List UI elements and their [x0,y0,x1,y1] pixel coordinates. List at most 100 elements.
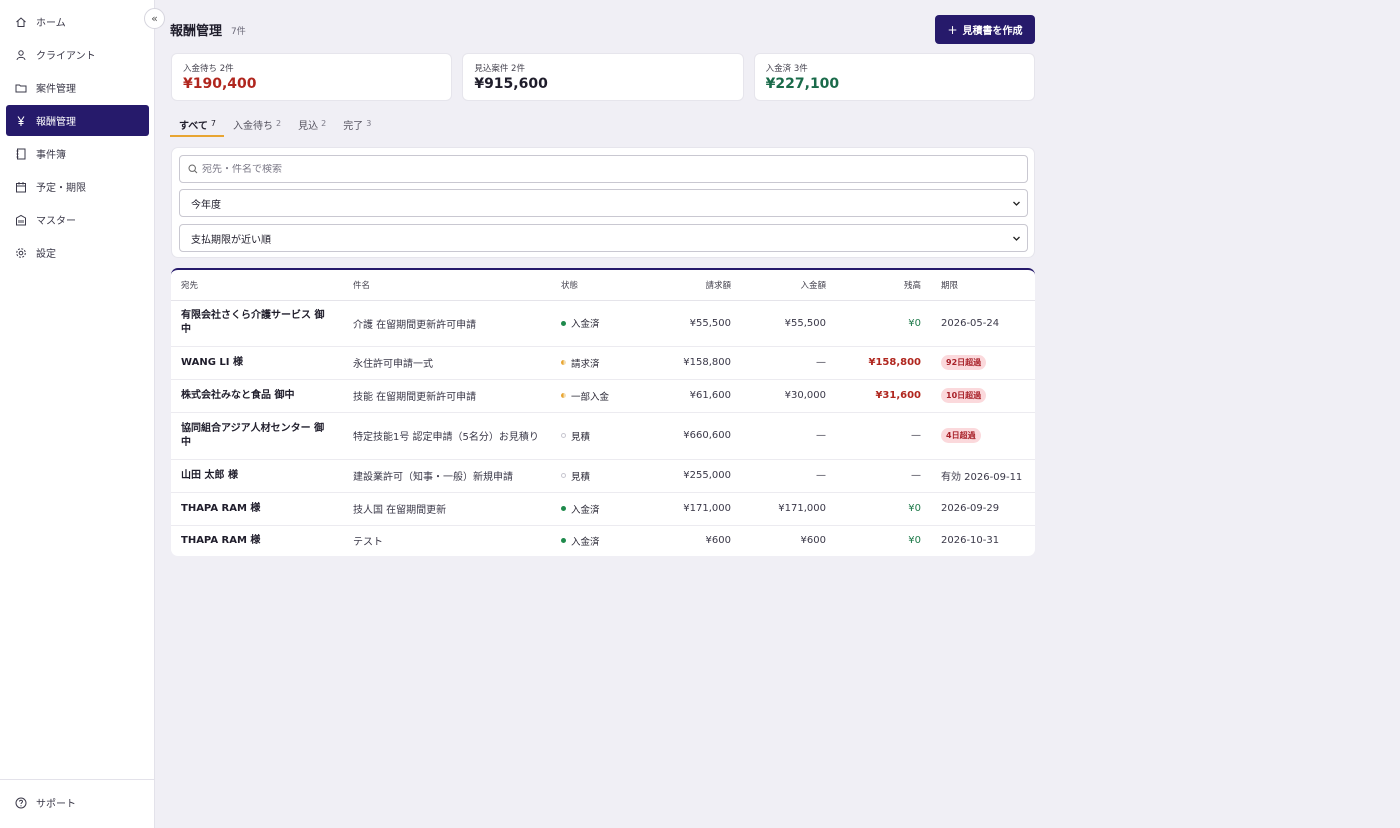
cell-due: 2026-10-31 [931,525,1035,556]
sidebar-item-clients[interactable]: クライアント [6,39,149,70]
support-label: サポート [36,799,76,810]
status-dot-icon [561,473,566,478]
sidebar-item-fees[interactable]: 報酬管理 [6,105,149,136]
sidebar-item-settings[interactable]: 設定 [6,237,149,268]
cell-subject: 特定技能1号 認定申請（5名分）お見積り [343,412,551,460]
column-header-balance[interactable]: 残高 [836,270,931,301]
column-header-status[interactable]: 状態 [551,270,639,301]
sidebar-item-label: 設定 [36,249,56,260]
create-estimate-button[interactable]: + 見積書を作成 [935,15,1035,44]
cell-paid: — [741,346,836,380]
cell-client: 有限会社さくら介護サービス 御中 [171,300,343,347]
status-dot-icon [561,433,566,438]
column-header-due[interactable]: 期限 [931,270,1035,301]
chevron-down-icon [1012,234,1021,246]
summary-card-value: ¥227,100 [765,76,840,92]
cell-billed: ¥55,500 [639,300,741,347]
page-count: 7件 [231,27,246,37]
search-box [179,155,1028,183]
sidebar-item-label: 案件管理 [36,84,76,95]
summary-card-prospect: 見込案件 2件 ¥915,600 [462,53,744,101]
tab-label: 完了 [343,121,364,132]
summary-card-value: ¥190,400 [183,76,257,92]
cell-subject: 技能 在留期間更新許可申請 [343,379,551,413]
tab-complete[interactable]: 完了 3 [334,113,379,137]
status-label: 入金済 [571,536,600,548]
summary-card-label: 入金待ち 2件 [183,64,234,74]
cell-client: 株式会社みなと食品 御中 [171,379,343,413]
table-row[interactable]: 協同組合アジア人材センター 御中 特定技能1号 認定申請（5名分）お見積り 見積 ¥6… [171,412,1035,460]
tab-prospect[interactable]: 見込 2 [289,113,334,137]
search-icon [188,164,198,174]
status-label: 入金済 [571,319,600,330]
sidebar-item-home[interactable]: ホーム [6,6,149,37]
cell-billed: ¥158,800 [639,346,741,380]
cell-status: 請求済 [551,346,639,380]
sidebar-item-label: 予定・期限 [36,183,86,194]
cell-due: 4日超過 [931,412,1035,460]
cell-balance: ¥0 [836,525,931,556]
cell-status: 入金済 [551,525,639,556]
sidebar-item-master[interactable]: マスター [6,204,149,235]
cell-subject: テスト [343,525,551,556]
cell-paid: — [741,412,836,460]
home-icon [15,16,27,28]
sidebar-item-casebook[interactable]: 事件簿 [6,138,149,169]
filter-panel: 今年度 支払期限が近い順 [171,147,1035,258]
tab-awaiting[interactable]: 入金待ち 2 [224,113,289,137]
cell-billed: ¥171,000 [639,492,741,526]
summary-card-paid: 入金済 3件 ¥227,100 [753,53,1035,101]
status-dot-icon [561,393,566,398]
sort-select[interactable]: 支払期限が近い順 [179,224,1028,252]
sidebar-item-cases[interactable]: 案件管理 [6,72,149,103]
cell-balance: ¥0 [836,492,931,526]
table-row[interactable]: THAPA RAM 様テスト 入金済 ¥600 ¥600 ¥0 2026-10-31 [171,525,1035,556]
sort-select-value: 支払期限が近い順 [191,234,271,246]
table-row[interactable]: 有限会社さくら介護サービス 御中 介護 在留期間更新許可申請 入金済 ¥55,500 ¥… [171,300,1035,347]
collapse-sidebar-button[interactable]: « [144,8,165,29]
tab-all[interactable]: すべて 7 [170,113,224,137]
table-row[interactable]: THAPA RAM 様技人国 在留期間更新 入金済 ¥171,000 ¥171,000… [171,492,1035,526]
period-select-value: 今年度 [191,199,221,211]
status-label: 見積 [571,431,591,443]
cell-paid: ¥30,000 [741,379,836,413]
sidebar-item-schedule[interactable]: 予定・期限 [6,171,149,202]
cell-subject: 技人国 在留期間更新 [343,492,551,526]
cell-due: 92日超過 [931,346,1035,380]
folder-icon [15,82,27,94]
cell-billed: ¥660,600 [639,412,741,460]
notebook-icon [15,148,27,160]
summary-card-awaiting: 入金待ち 2件 ¥190,400 [171,53,453,101]
cell-due: 2026-05-24 [931,300,1035,347]
search-input[interactable] [202,163,1002,175]
column-header-paid[interactable]: 入金額 [741,270,836,301]
table-row[interactable]: WANG LI 様永住許可申請一式 請求済 ¥158,800— ¥158,800 92日… [171,346,1035,380]
column-header-client[interactable]: 宛先 [171,270,343,301]
column-header-billed[interactable]: 請求額 [639,270,741,301]
building-icon [15,214,27,226]
status-dot-icon [561,538,566,543]
status-indicator: 一部入金 [561,389,629,403]
cell-balance: — [836,459,931,493]
cell-client: THAPA RAM 様 [171,492,343,526]
table-row[interactable]: 山田 太郎 様建設業許可（知事・一般）新規申請 見積 ¥255,000— — 有効 20… [171,459,1035,493]
calendar-icon [15,181,27,193]
cell-subject: 建設業許可（知事・一般）新規申請 [343,459,551,493]
column-header-subject[interactable]: 件名 [343,270,551,301]
cell-client: THAPA RAM 様 [171,525,343,556]
period-select[interactable]: 今年度 [179,189,1028,217]
cell-status: 入金済 [551,300,639,347]
status-indicator: 請求済 [561,356,629,370]
chevron-down-icon [1012,199,1021,211]
cell-balance: ¥0 [836,300,931,347]
tab-count: 7 [210,119,216,128]
summary-card-label: 見込案件 2件 [474,64,525,74]
cell-client: 協同組合アジア人材センター 御中 [171,412,343,460]
cell-balance: ¥158,800 [836,346,931,380]
cell-subject: 介護 在留期間更新許可申請 [343,300,551,347]
support-link[interactable]: サポート [15,795,76,810]
table-row[interactable]: 株式会社みなと食品 御中 技能 在留期間更新許可申請 一部入金 ¥61,600 ¥30,… [171,379,1035,413]
status-label: 請求済 [571,358,600,370]
status-indicator: 入金済 [561,316,629,330]
cell-paid: ¥171,000 [741,492,836,526]
